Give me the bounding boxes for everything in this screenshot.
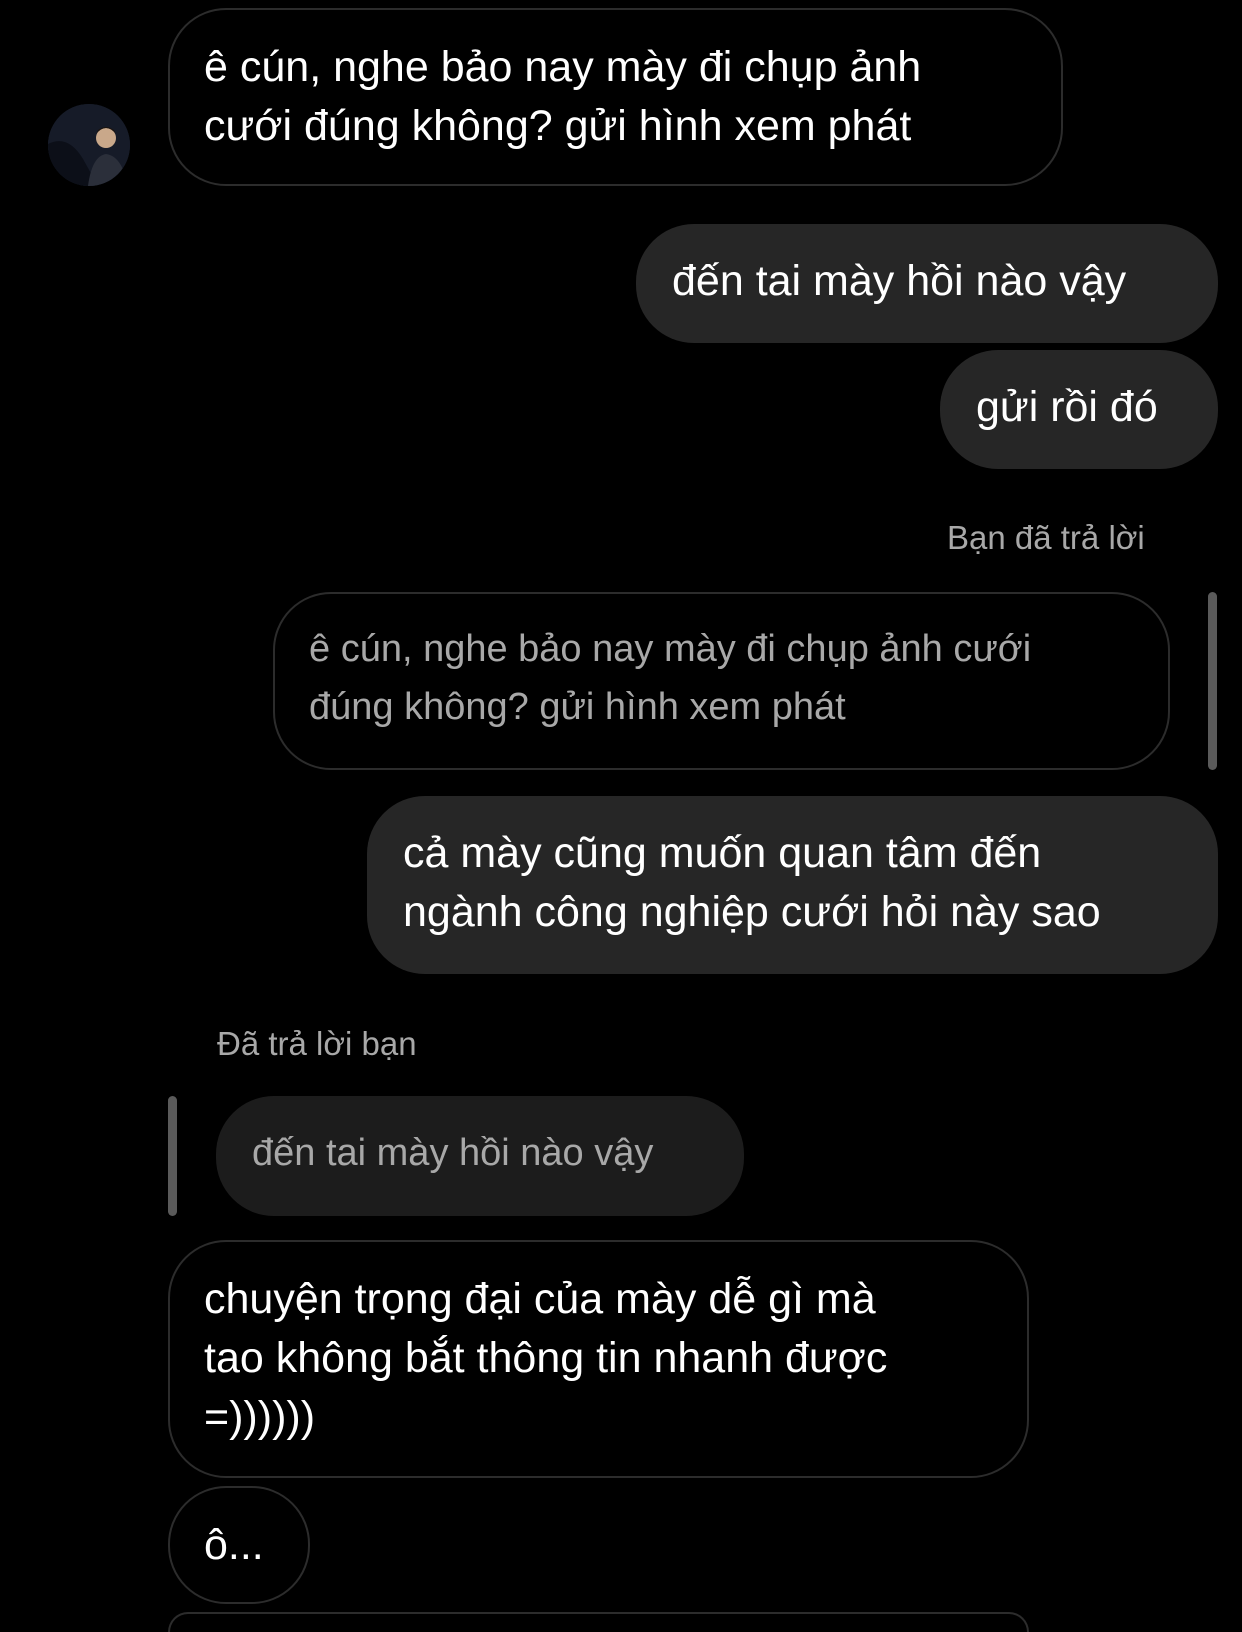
quote-bar: [1208, 592, 1217, 770]
message-text-line: ê cún, nghe bảo nay mày đi chụp ảnh: [204, 43, 922, 91]
avatar-photo-icon: [48, 104, 130, 186]
quoted-text-line: đúng không? gửi hình xem phát: [309, 686, 846, 728]
message-text-line: tao không bắt thông tin nhanh được: [204, 1334, 888, 1382]
quoted-text-line: ê cún, nghe bảo nay mày đi chụp ảnh cưới: [309, 628, 1032, 670]
quoted-message[interactable]: đến tai mày hồi nào vậy: [216, 1096, 744, 1216]
outgoing-message[interactable]: cả mày cũng muốn quan tâm đến ngành công…: [367, 796, 1218, 974]
outgoing-message[interactable]: gửi rồi đó: [940, 350, 1218, 469]
message-text-line: cả mày cũng muốn quan tâm đến: [403, 829, 1042, 877]
reply-label: Bạn đã trả lời: [947, 519, 1145, 556]
message-text: ô...: [204, 1521, 264, 1569]
incoming-message[interactable]: chuyện trọng đại của mày dễ gì mà tao kh…: [168, 1240, 1029, 1478]
message-text: gửi rồi đó: [976, 383, 1158, 431]
message-text-line: ngành công nghiệp cưới hỏi này sao: [403, 888, 1101, 936]
message-text-line: chuyện trọng đại của mày dễ gì mà: [204, 1275, 876, 1323]
incoming-message[interactable]: ê cún, nghe bảo nay mày đi chụp ảnh cưới…: [168, 8, 1063, 186]
message-text-line: cưới đúng không? gửi hình xem phát: [204, 102, 912, 150]
quoted-text: đến tai mày hồi nào vậy: [252, 1132, 654, 1174]
reply-label: Đã trả lời bạn: [217, 1025, 417, 1062]
quote-bar: [168, 1096, 177, 1216]
outgoing-message[interactable]: đến tai mày hồi nào vậy: [636, 224, 1218, 343]
next-message-edge: [168, 1612, 1029, 1632]
message-text: đến tai mày hồi nào vậy: [672, 257, 1127, 305]
incoming-message[interactable]: ô...: [168, 1486, 310, 1604]
quoted-message[interactable]: ê cún, nghe bảo nay mày đi chụp ảnh cưới…: [273, 592, 1170, 770]
message-text-line: =)))))): [204, 1393, 316, 1441]
contact-avatar[interactable]: [48, 104, 130, 186]
